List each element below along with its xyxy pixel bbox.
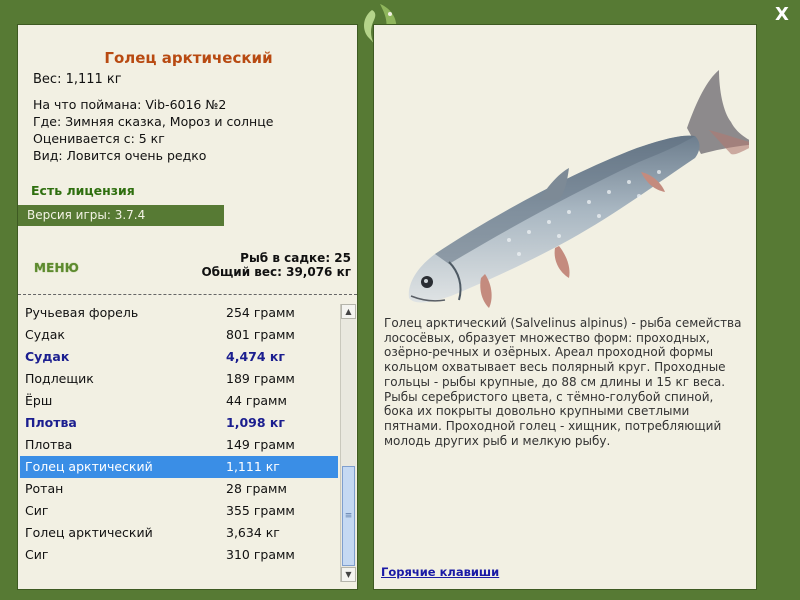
- catch-row[interactable]: Ёрш 44 грамм: [20, 390, 338, 412]
- catch-fish-weight: 801 грамм: [226, 327, 295, 342]
- catch-row[interactable]: Сиг 355 грамм: [20, 500, 338, 522]
- catch-list-scrollbar[interactable]: ▲ ≡ ▼: [340, 304, 356, 582]
- catch-row[interactable]: Ротан 28 грамм: [20, 478, 338, 500]
- license-status: Есть лицензия: [31, 183, 135, 198]
- caught-on-line: На что поймана: Vib-6016 №2: [33, 97, 227, 112]
- catch-fish-name: Ёрш: [25, 393, 53, 408]
- catch-fish-weight: 4,474 кг: [226, 349, 285, 364]
- fish-description: Голец арктический (Salvelinus alpinus) -…: [384, 316, 742, 448]
- catch-row[interactable]: Плотва 149 грамм: [20, 434, 338, 456]
- catch-fish-name: Голец арктический: [25, 525, 153, 540]
- catch-fish-name: Ротан: [25, 481, 64, 496]
- scroll-down-button[interactable]: ▼: [341, 567, 356, 582]
- catch-row[interactable]: Подлещик 189 грамм: [20, 368, 338, 390]
- catch-fish-name: Плотва: [25, 415, 77, 430]
- catch-fish-weight: 355 грамм: [226, 503, 295, 518]
- cage-summary: Рыб в садке: 25 Общий вес: 39,076 кг: [201, 251, 351, 279]
- scroll-up-arrow-icon: ▲: [345, 307, 352, 316]
- rarity-line: Вид: Ловится очень редко: [33, 148, 207, 163]
- window-frame: X Голец арктический Вес: 1,111 кг На что…: [0, 0, 800, 600]
- divider: [18, 294, 357, 295]
- version-label: Версия игры: 3.7.4: [27, 208, 146, 222]
- scroll-down-arrow-icon: ▼: [345, 570, 352, 579]
- menu-button[interactable]: МЕНЮ: [34, 261, 79, 275]
- valued-from-line: Оценивается с: 5 кг: [33, 131, 165, 146]
- catch-fish-name: Ручьевая форель: [25, 305, 139, 320]
- fish-info-panel: Голец арктический Вес: 1,111 кг На что п…: [17, 24, 358, 590]
- scroll-up-button[interactable]: ▲: [341, 304, 356, 319]
- scroll-thumb[interactable]: ≡: [342, 466, 355, 566]
- fish-image: [408, 70, 749, 308]
- fish-details: На что поймана: Vib-6016 №2 Где: Зимняя …: [33, 96, 273, 164]
- catch-fish-name: Подлещик: [25, 371, 94, 386]
- catch-fish-weight: 1,098 кг: [226, 415, 285, 430]
- cage-count: Рыб в садке: 25: [240, 251, 351, 265]
- catch-row[interactable]: Судак 4,474 кг: [20, 346, 338, 368]
- fish-description-panel: Голец арктический (Salvelinus alpinus) -…: [373, 24, 757, 590]
- catch-fish-weight: 28 грамм: [226, 481, 287, 496]
- catch-row[interactable]: Голец арктический 3,634 кг: [20, 522, 338, 544]
- catch-fish-weight: 1,111 кг: [226, 459, 280, 474]
- catch-row[interactable]: Сиг 310 грамм: [20, 544, 338, 566]
- catch-row[interactable]: Плотва 1,098 кг: [20, 412, 338, 434]
- catch-fish-name: Плотва: [25, 437, 73, 452]
- catch-fish-weight: 149 грамм: [226, 437, 295, 452]
- fish-weight: Вес: 1,111 кг: [33, 72, 122, 87]
- catch-fish-name: Голец арктический: [25, 459, 153, 474]
- close-button[interactable]: X: [771, 4, 793, 26]
- fish-name-title: Голец арктический: [104, 49, 273, 67]
- catch-fish-weight: 3,634 кг: [226, 525, 280, 540]
- catch-fish-name: Сиг: [25, 503, 49, 518]
- catch-fish-weight: 189 грамм: [226, 371, 295, 386]
- version-bar: Версия игры: 3.7.4: [18, 205, 224, 226]
- catch-row[interactable]: Ручьевая форель 254 грамм: [20, 302, 338, 324]
- location-line: Где: Зимняя сказка, Мороз и солнце: [33, 114, 274, 129]
- catch-fish-weight: 254 грамм: [226, 305, 295, 320]
- catch-row[interactable]: Судак 801 грамм: [20, 324, 338, 346]
- scroll-grip-icon: ≡: [344, 511, 353, 521]
- catch-list[interactable]: Ручьевая форель 254 грамм Судак 801 грамм Су…: [20, 302, 338, 584]
- catch-fish-name: Судак: [25, 349, 70, 364]
- catch-fish-name: Судак: [25, 327, 65, 342]
- hotkeys-link[interactable]: Горячие клавиши: [381, 565, 499, 579]
- catch-fish-name: Сиг: [25, 547, 49, 562]
- catch-fish-weight: 310 грамм: [226, 547, 295, 562]
- catch-fish-weight: 44 грамм: [226, 393, 287, 408]
- close-icon: X: [775, 4, 789, 25]
- catch-row[interactable]: Голец арктический 1,111 кг: [20, 456, 338, 478]
- cage-total-weight: Общий вес: 39,076 кг: [201, 265, 351, 279]
